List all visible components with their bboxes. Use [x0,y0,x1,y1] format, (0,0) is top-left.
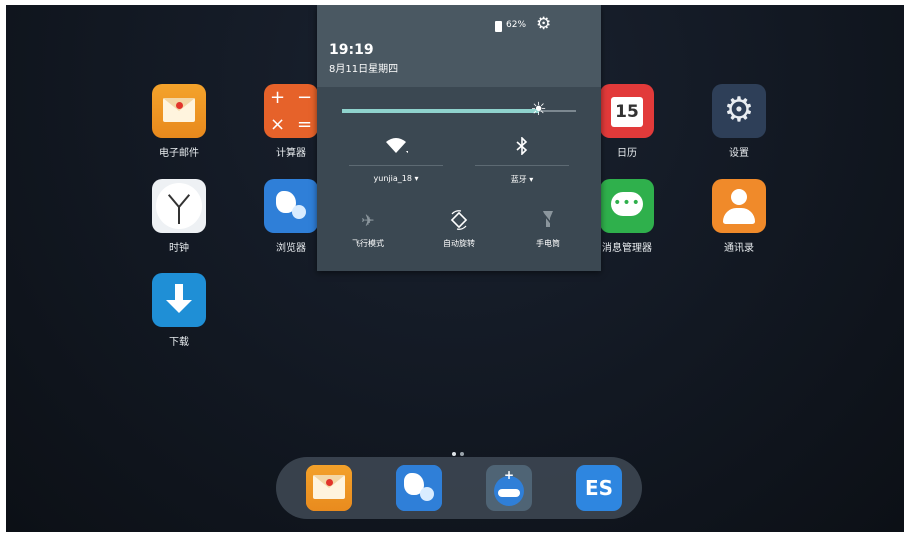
calculator-icon: + − × = [264,84,318,138]
clock-icon [152,179,206,233]
app-label: 电子邮件 [159,148,199,159]
message-icon: ••• [600,179,654,233]
app-clock[interactable]: 时钟 [134,179,224,254]
flashlight-icon [508,210,588,234]
gear-icon[interactable]: ⚙ [536,14,551,34]
email-icon [306,465,352,511]
svg-text:+: + [504,468,514,482]
wifi-network-label[interactable]: yunjia_18 ▾ [349,174,443,183]
app-email[interactable]: 电子邮件 [134,84,224,159]
app-settings[interactable]: ⚙ 设置 [694,84,784,159]
app-label: 通讯录 [724,243,754,254]
tile-label: 飞行模式 [352,239,384,248]
tile-label: 手电筒 [536,239,560,248]
home-screen: 电子邮件 + − × = 计算器 15 日历 ⚙ 设置 时钟 浏览器 ••• 消… [6,5,904,532]
dock: + ES [276,457,642,519]
email-icon [152,84,206,138]
dock-es-file-explorer[interactable]: ES [576,465,622,511]
settings-icon: ⚙ [712,84,766,138]
wifi-network-name: yunjia_18 [373,174,412,183]
bluetooth-label-row[interactable]: 蓝牙 ▾ [475,174,569,185]
battery-icon [495,21,502,32]
app-contacts[interactable]: 通讯录 [694,179,784,254]
notification-shade: 62% ⚙ 19:19 8月11日星期四 ☀ yunjia_18 ▾ 蓝牙 ▾ … [317,5,601,271]
app-download[interactable]: 下载 [134,273,224,348]
browser-icon [264,179,318,233]
calendar-icon: 15 [600,84,654,138]
page-dot[interactable] [452,452,456,456]
bluetooth-tile[interactable]: 蓝牙 ▾ [475,136,569,185]
app-label: 下载 [169,337,189,348]
shade-date[interactable]: 8月11日星期四 [329,60,398,75]
shade-header: 62% ⚙ 19:19 8月11日星期四 [317,5,601,87]
bluetooth-icon [475,136,569,159]
auto-rotate-icon [419,210,499,234]
dock-browser[interactable] [396,465,442,511]
battery-percent: 62% [506,20,527,30]
dock-email[interactable] [306,465,352,511]
dock-app-market[interactable]: + [486,465,532,511]
page-dot[interactable] [460,452,464,456]
flashlight-tile[interactable]: 手电筒 [508,210,588,249]
airplane-mode-icon: ✈ [361,211,375,230]
wifi-tile[interactable]: yunjia_18 ▾ [349,137,443,183]
brightness-fill [342,109,539,113]
contacts-icon [712,179,766,233]
airplane-mode-tile[interactable]: ✈ 飞行模式 [328,210,408,249]
auto-rotate-tile[interactable]: 自动旋转 [419,210,499,249]
chevron-down-icon: ▾ [529,175,534,184]
bluetooth-label: 蓝牙 [510,175,527,184]
browser-icon [396,465,442,511]
wifi-icon [349,137,443,159]
app-label: 设置 [729,148,749,159]
es-file-explorer-icon: ES [584,476,614,500]
tile-label: 自动旋转 [443,239,475,248]
app-market-icon: + [486,465,532,511]
shade-time: 19:19 [329,42,374,58]
app-label: 时钟 [169,243,189,254]
brightness-icon[interactable]: ☀ [530,101,548,119]
calendar-day: 15 [611,97,643,127]
chevron-down-icon: ▾ [414,174,419,183]
download-icon [152,273,206,327]
